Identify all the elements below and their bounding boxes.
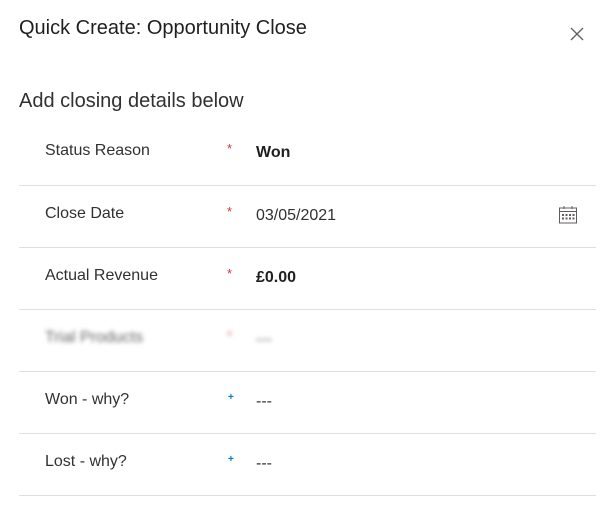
field-label: Lost - why? [45,453,127,470]
required-indicator: * [227,266,233,281]
trial-products-input[interactable]: --- [256,331,272,349]
close-date-input[interactable]: 03/05/2021 [256,207,336,225]
lost-why-input[interactable]: --- [256,455,272,473]
close-icon [570,27,584,41]
field-label: Close Date [45,205,125,222]
field-label: Actual Revenue [45,267,158,284]
required-indicator: * [227,141,233,156]
calendar-icon[interactable] [558,205,578,225]
field-close-date: Close Date * 03/05/2021 [19,186,596,248]
recommended-indicator: + [228,454,234,465]
field-label: Trial Products [45,329,144,346]
close-button[interactable] [566,23,588,45]
field-actual-revenue: Actual Revenue * £0.00 [19,248,596,310]
dialog-title: Quick Create: Opportunity Close [19,17,307,39]
field-trial-products: Trial Products * --- [19,310,596,372]
field-label: Won - why? [45,391,130,408]
closing-details-form: Status Reason * Won Close Date * 03/05/2… [19,123,596,496]
field-status-reason: Status Reason * Won [19,123,596,186]
section-title: Add closing details below [19,90,244,112]
recommended-indicator: + [228,392,234,403]
required-indicator: * [227,328,233,343]
field-label: Status Reason [45,142,150,159]
field-won-why: Won - why? + --- [19,372,596,434]
required-indicator: * [227,204,233,219]
actual-revenue-input[interactable]: £0.00 [256,269,296,287]
field-lost-why: Lost - why? + --- [19,434,596,496]
dialog-header: Quick Create: Opportunity Close [0,0,615,64]
won-why-input[interactable]: --- [256,393,272,411]
status-reason-select[interactable]: Won [256,144,290,162]
